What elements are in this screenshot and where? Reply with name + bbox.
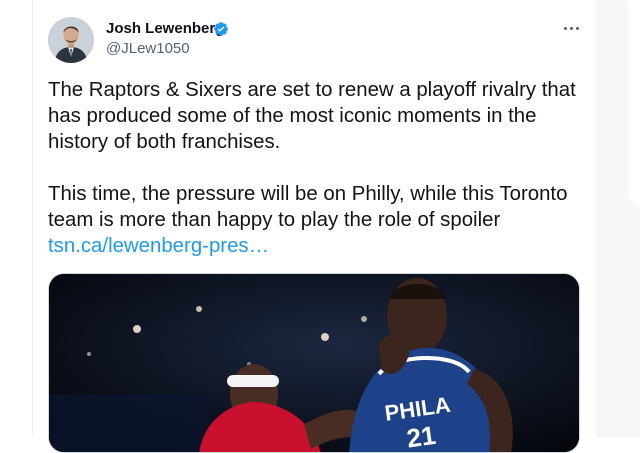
tweet-paragraph-2-text: This time, the pressure will be on Phill… — [48, 183, 568, 231]
author-name[interactable]: Josh Lewenberg — [106, 20, 224, 38]
media-photo-art: PHILA 21 — [49, 274, 579, 453]
tweet-link[interactable]: tsn.ca/lewenberg-pres… — [48, 235, 269, 257]
avatar[interactable] — [48, 17, 94, 63]
tweet-paragraph-1: The Raptors & Sixers are set to renew a … — [48, 79, 576, 153]
tweet-text: The Raptors & Sixers are set to renew a … — [48, 77, 588, 259]
left-gutter — [0, 0, 32, 437]
more-options-icon[interactable] — [557, 17, 585, 39]
author-handle[interactable]: @JLew1050 — [106, 40, 190, 58]
verified-badge-icon — [214, 22, 228, 36]
jersey-number: 21 — [405, 420, 438, 453]
tweet-paragraph-2: This time, the pressure will be on Phill… — [48, 181, 588, 259]
tweet-media-image[interactable]: PHILA 21 — [48, 273, 580, 453]
right-sidebar-card — [626, 0, 640, 206]
